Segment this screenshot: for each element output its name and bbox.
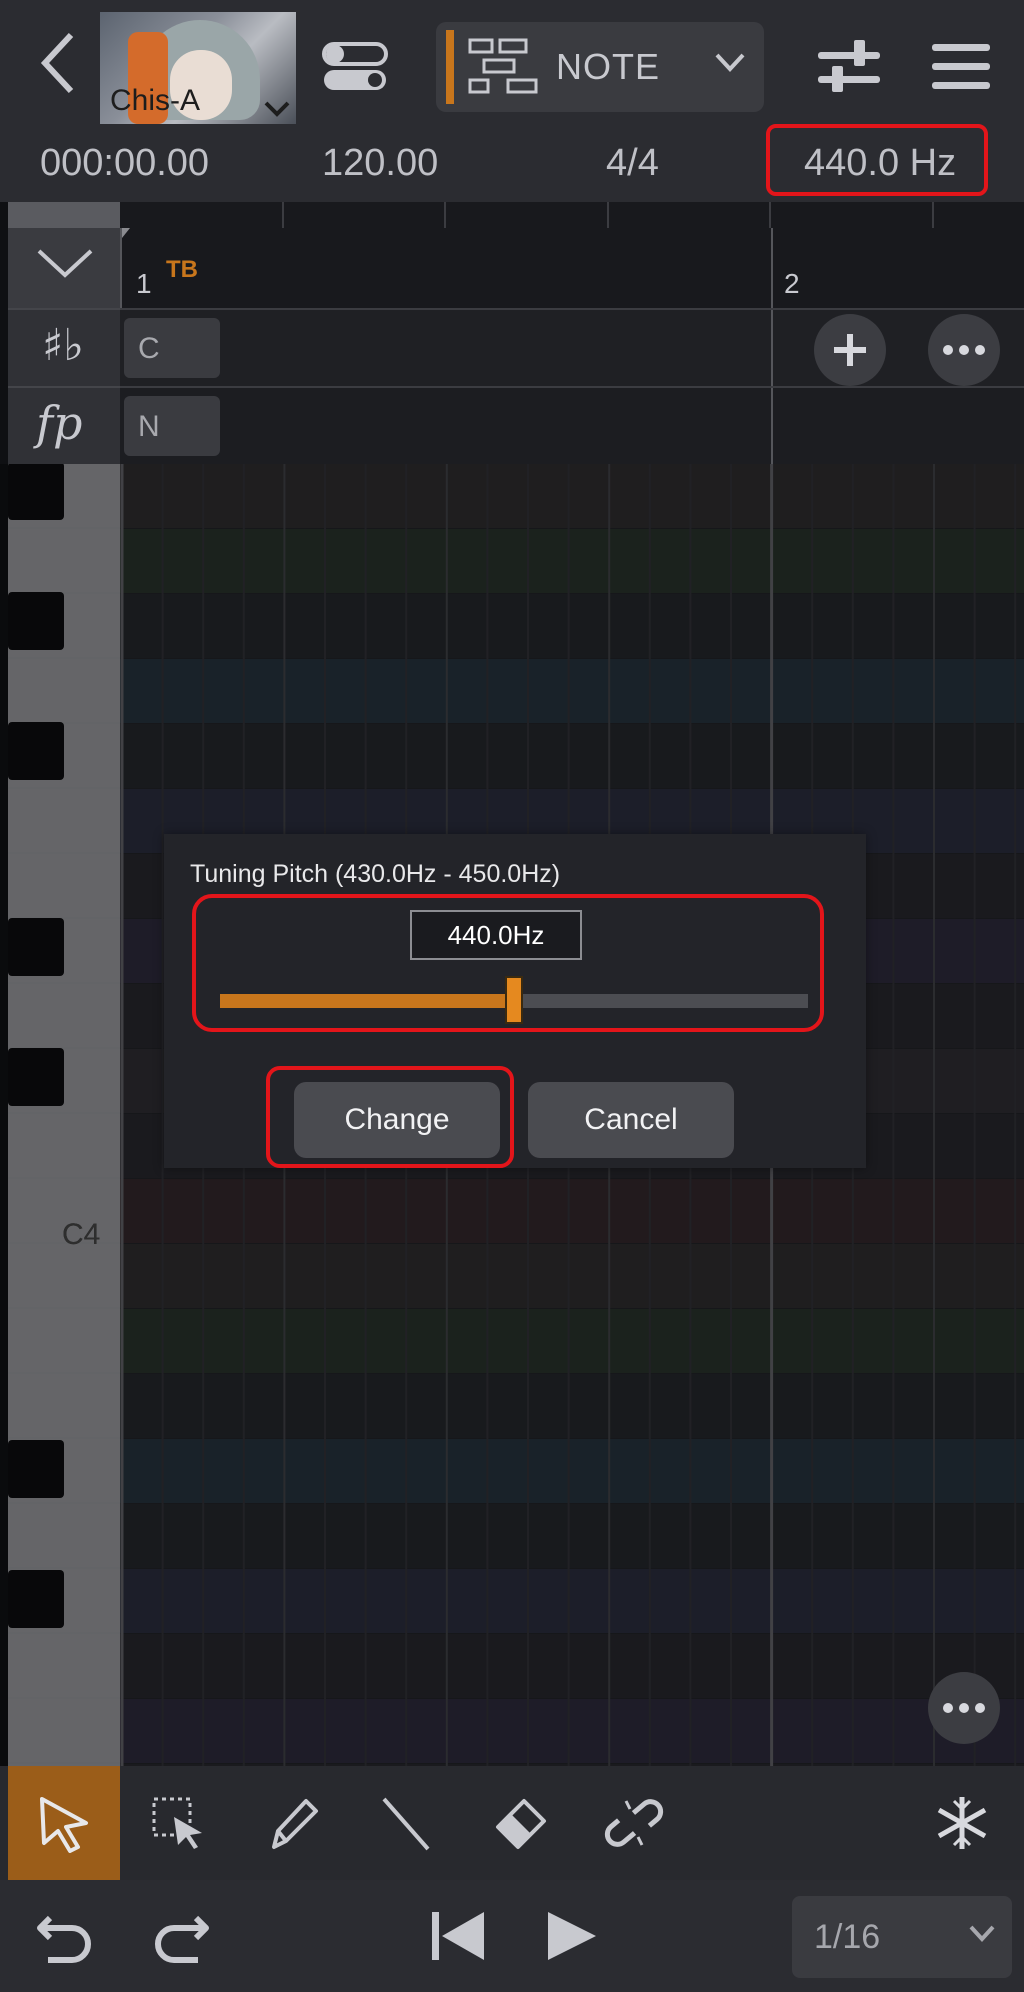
more-dots-icon — [943, 1703, 985, 1713]
track-avatar-selector[interactable]: Chis-A — [100, 12, 296, 124]
edit-toolbar — [0, 1766, 1024, 1880]
play-icon — [548, 1912, 596, 1960]
key-chip-label: C — [138, 332, 160, 365]
dynamics-chip-label: N — [138, 410, 160, 443]
time-display[interactable]: 000:00.00 — [40, 142, 209, 185]
more-options-button[interactable] — [928, 314, 1000, 386]
toggle-icon[interactable] — [320, 40, 390, 94]
unlink-icon — [604, 1799, 664, 1847]
hamburger-menu-icon[interactable] — [930, 40, 992, 94]
key-signature-lane-header: ♯♭ — [8, 308, 120, 388]
tuning-highlight-box — [766, 124, 988, 196]
note-mode-icon — [468, 38, 538, 94]
tempo-display[interactable]: 120.00 — [322, 142, 438, 185]
eraser-icon — [496, 1799, 546, 1849]
barline — [771, 388, 773, 466]
unlink-tool[interactable] — [578, 1766, 690, 1880]
snowflake-icon — [937, 1797, 987, 1849]
undo-button[interactable] — [16, 1894, 116, 1978]
add-button[interactable] — [814, 314, 886, 386]
dialog-title: Tuning Pitch (430.0Hz - 450.0Hz) — [190, 860, 561, 888]
chevron-down-icon — [37, 249, 93, 278]
line-icon — [382, 1797, 430, 1851]
key-signature-lane[interactable]: C — [120, 308, 1024, 388]
arrow-cursor-icon — [40, 1797, 88, 1853]
c4-label-overlay: C4 — [62, 1218, 101, 1251]
track-name: Chis-A — [110, 84, 201, 117]
undo-icon — [37, 1915, 91, 1963]
skip-to-start-button[interactable] — [408, 1894, 508, 1978]
pencil-icon — [272, 1799, 318, 1849]
value-highlight-box — [192, 894, 824, 1032]
sharp-flat-icon: ♯♭ — [42, 320, 85, 371]
range-select-icon — [152, 1797, 202, 1849]
select-tool[interactable] — [8, 1766, 120, 1880]
key-chip[interactable]: C — [124, 318, 220, 378]
dynamics-lane-header: fp — [8, 386, 120, 466]
range-select-tool[interactable] — [122, 1766, 234, 1880]
skip-back-icon — [432, 1912, 484, 1960]
ruler-ticks — [120, 202, 934, 308]
measure-1-label: 1 — [136, 268, 152, 299]
edit-mode-dropdown[interactable]: NOTE — [436, 22, 764, 112]
measure-1-tag: TB — [166, 256, 198, 283]
redo-button[interactable] — [130, 1894, 230, 1978]
chevron-down-icon — [969, 1925, 995, 1942]
change-highlight-box — [266, 1066, 514, 1168]
chevron-down-icon — [264, 101, 290, 117]
freeze-tool[interactable] — [906, 1766, 1018, 1880]
chevron-down-icon — [715, 53, 745, 72]
eraser-tool[interactable] — [464, 1766, 576, 1880]
mixer-icon[interactable] — [816, 36, 882, 98]
pencil-tool[interactable] — [236, 1766, 348, 1880]
status-bar: 000:00.00 120.00 4/4 440.0 Hz — [0, 124, 1024, 202]
dynamics-lane[interactable]: N — [120, 386, 1024, 466]
back-button[interactable] — [22, 18, 92, 108]
quantize-value: 1/16 — [814, 1918, 881, 1956]
mode-accent-bar — [446, 30, 454, 104]
cancel-button[interactable]: Cancel — [528, 1082, 734, 1158]
line-tool[interactable] — [350, 1766, 462, 1880]
meter-display[interactable]: 4/4 — [606, 142, 659, 185]
play-button[interactable] — [522, 1894, 622, 1978]
floating-more-button[interactable] — [928, 1672, 1000, 1744]
plus-icon — [834, 334, 866, 366]
ruler-corner — [8, 202, 120, 228]
dynamics-chip[interactable]: N — [124, 396, 220, 456]
quantize-dropdown[interactable]: 1/16 — [792, 1896, 1012, 1978]
transport-bar: 1/16 — [0, 1880, 1024, 1992]
dynamics-icon: fp — [36, 396, 83, 450]
barline — [771, 310, 773, 388]
measure-2-label: 2 — [784, 268, 800, 299]
redo-icon — [155, 1915, 209, 1963]
timeline-ruler[interactable]: 1 TB 2 — [120, 202, 1024, 308]
more-dots-icon — [943, 345, 985, 355]
edit-mode-label: NOTE — [556, 46, 661, 87]
chevron-left-icon — [40, 32, 74, 94]
tuning-pitch-dialog: Tuning Pitch (430.0Hz - 450.0Hz) 440.0Hz… — [164, 834, 866, 1168]
